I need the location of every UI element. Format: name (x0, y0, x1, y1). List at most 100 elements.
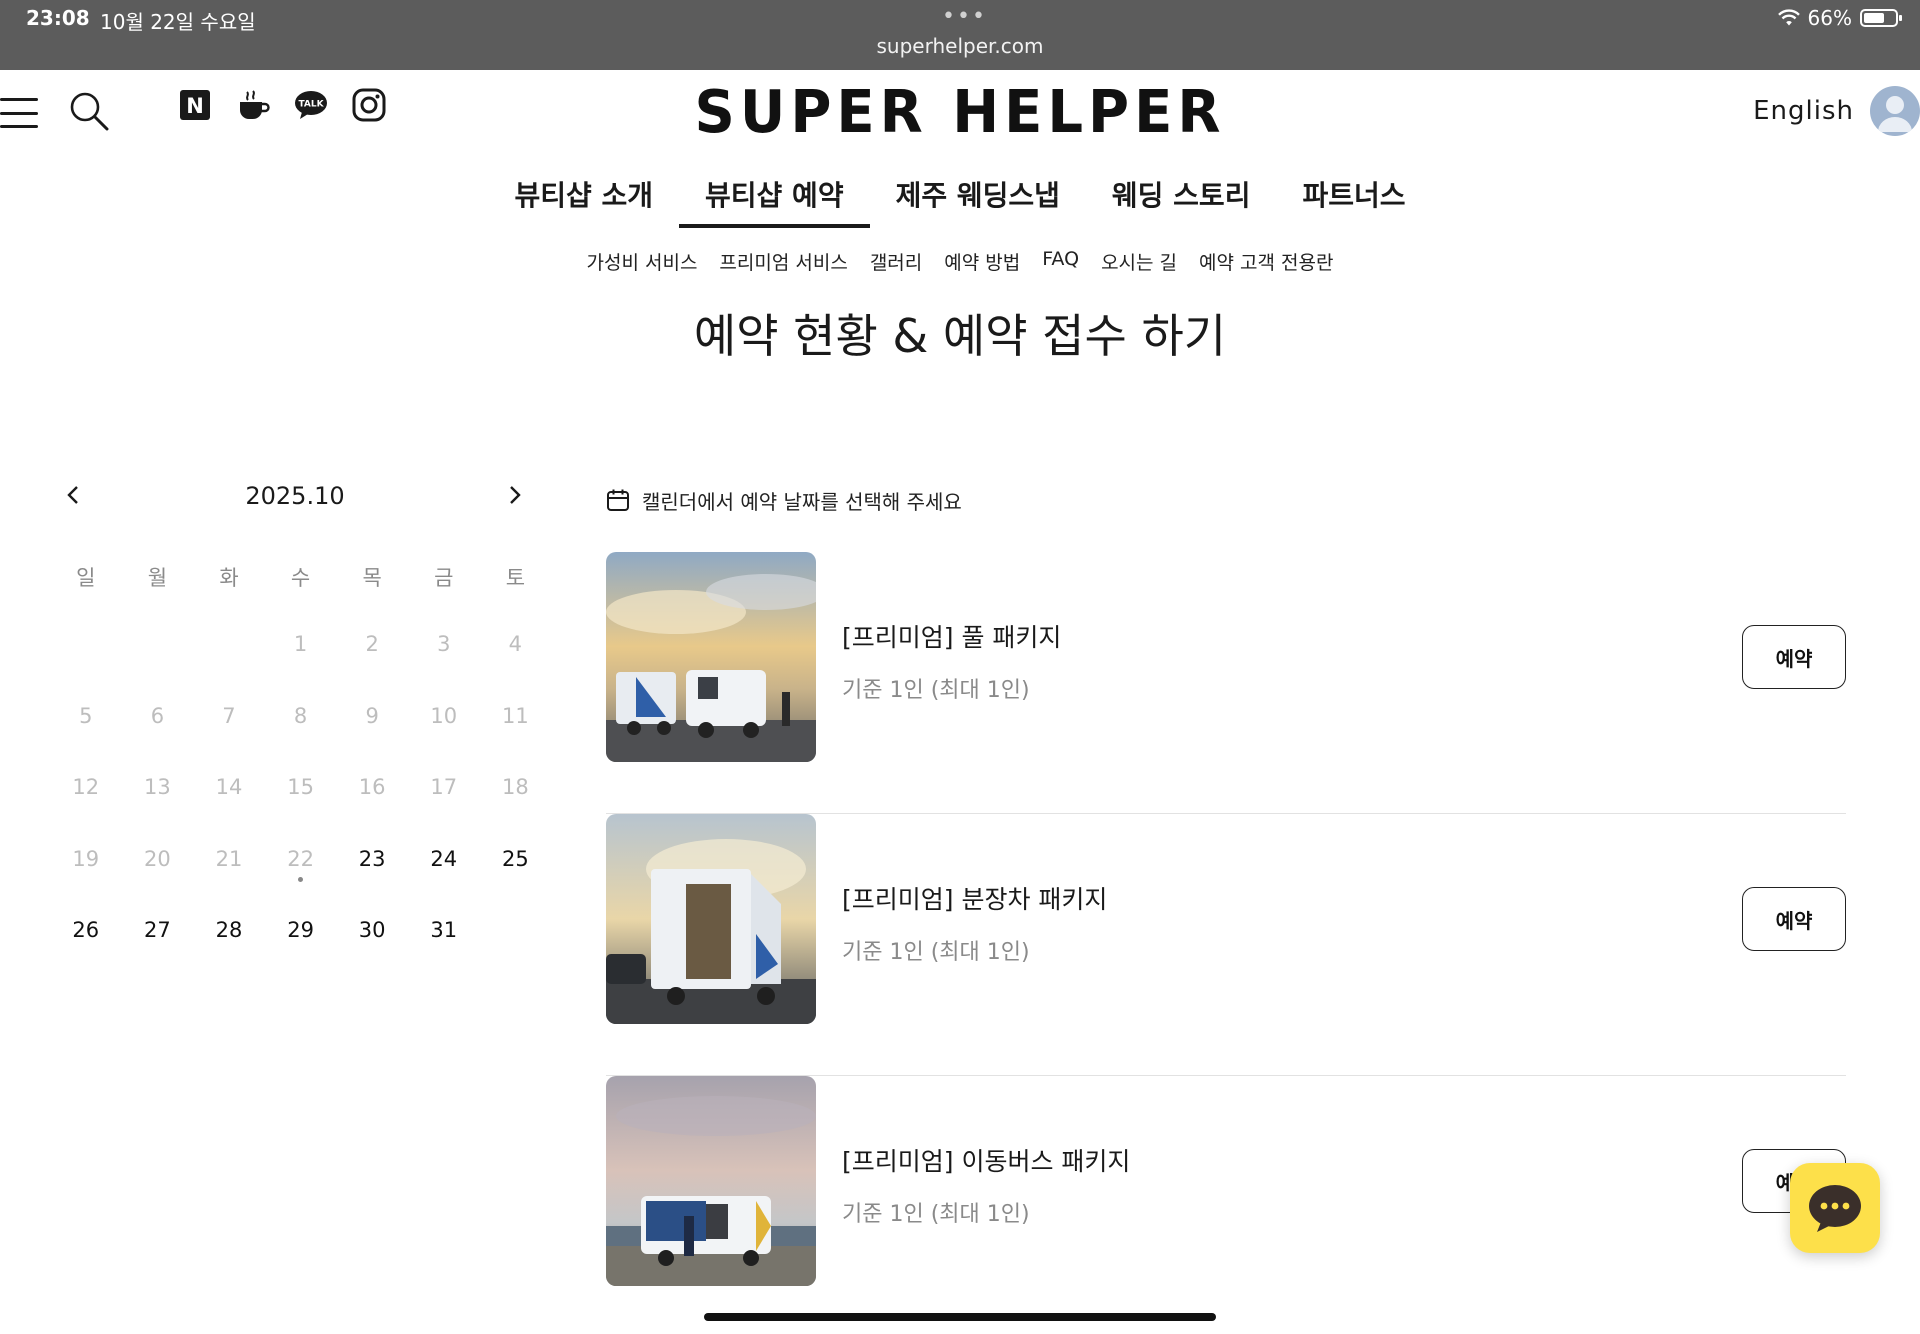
package-photo[interactable] (606, 814, 816, 1024)
user-avatar-icon[interactable] (1870, 86, 1920, 136)
package-capacity: 기준 1인 (최대 1인) (842, 1202, 1030, 1227)
calendar-day-disabled: 11 (501, 703, 529, 728)
calendar-day-disabled: 15 (287, 775, 314, 799)
calendar-day-disabled: 21 (215, 846, 243, 871)
calendar-day-disabled: 2 (365, 632, 379, 656)
status-right: 66% (1777, 6, 1902, 30)
calendar-day[interactable]: 28 (193, 908, 265, 980)
calendar-week: 12 13 14 15 16 17 18 (50, 765, 540, 837)
multitask-dots[interactable]: ••• (942, 4, 987, 29)
chevron-right-icon[interactable] (500, 480, 530, 510)
language-switch[interactable]: English (1753, 96, 1854, 126)
weekday-sun: 일 (76, 566, 96, 590)
subnav-customer-only[interactable]: 예약 고객 전용란 (1199, 248, 1333, 275)
tab-beauty-intro[interactable]: 뷰티샵 소개 (512, 170, 655, 228)
calendar-day[interactable]: 30 (336, 908, 408, 980)
weekday-sat: 토 (505, 566, 526, 590)
calendar-week: 19 20 21 22 23 24 25 (50, 837, 540, 909)
calendar-day[interactable]: 31 (408, 908, 480, 980)
date-hint-text: 캘린더에서 예약 날짜를 선택해 주세요 (642, 489, 962, 514)
calendar-day-disabled: 10 (430, 703, 458, 728)
calendar-month: 2025.10 (245, 482, 345, 510)
status-time: 23:08 (26, 6, 90, 30)
book-button[interactable]: 예약 (1742, 625, 1846, 689)
status-date: 10월 22일 수요일 (100, 10, 256, 34)
package-item: [프리미엄] 분장차 패키지 기준 1인 (최대 1인) 예약 (606, 814, 1846, 1076)
calendar-day-disabled: 7 (222, 703, 236, 728)
tab-beauty-booking[interactable]: 뷰티샵 예약 (679, 170, 870, 228)
subnav-faq[interactable]: FAQ (1042, 248, 1079, 275)
calendar-day-disabled: 16 (358, 775, 386, 799)
calendar-day-disabled: 6 (150, 703, 165, 728)
kakao-chat-button[interactable] (1790, 1163, 1880, 1253)
subnav-premium-service[interactable]: 프리미엄 서비스 (719, 248, 847, 275)
calendar-day-disabled: 1 (293, 632, 308, 656)
calendar-day-disabled: 8 (293, 703, 308, 728)
home-indicator[interactable] (704, 1313, 1216, 1321)
weekday-mon: 월 (147, 566, 168, 590)
calendar-day-disabled: 4 (508, 632, 523, 656)
package-capacity: 기준 1인 (최대 1인) (842, 678, 1030, 703)
package-name[interactable]: [프리미엄] 풀 패키지 (842, 618, 1061, 654)
date-hint: 캘린더에서 예약 날짜를 선택해 주세요 (606, 480, 1846, 520)
address-bar[interactable]: superhelper.com (0, 34, 1920, 58)
tab-wedding-story[interactable]: 웨딩 스토리 (1110, 170, 1253, 228)
calendar-day-disabled: 18 (501, 775, 529, 799)
weekday-thu: 목 (362, 566, 382, 590)
calendar-day[interactable]: 25 (480, 837, 552, 909)
weekday-tue: 화 (219, 566, 239, 590)
package-photo[interactable] (606, 552, 816, 762)
package-photo[interactable] (606, 1076, 816, 1286)
calendar-day-disabled: 9 (365, 703, 379, 728)
tab-jeju-wedding-snap[interactable]: 제주 웨딩스냅 (894, 170, 1062, 228)
calendar-day-disabled: 3 (437, 632, 451, 656)
calendar-day-disabled: 22 (265, 837, 337, 909)
package-item: [프리미엄] 이동버스 패키지 기준 1인 (최대 1인) 예약 (606, 1076, 1846, 1334)
calendar-empty-cell (193, 622, 265, 694)
calendar-day-disabled: 13 (144, 775, 171, 799)
page-title: 예약 현황 & 예약 접수 하기 (693, 309, 1227, 363)
tab-partners[interactable]: 파트너스 (1300, 170, 1407, 228)
package-capacity: 기준 1인 (최대 1인) (842, 940, 1030, 965)
weekday-fri: 금 (434, 566, 454, 590)
calendar-week: 1 2 3 4 (50, 622, 540, 694)
site-header: N TALK SUPER HELPER English (0, 70, 1920, 170)
package-list: 캘린더에서 예약 날짜를 선택해 주세요 [프리미엄] 풀 패키지 기준 1인 … (606, 480, 1846, 1334)
calendar-day-disabled: 14 (215, 775, 243, 799)
wifi-icon (1777, 9, 1800, 26)
calendar-day-disabled: 17 (430, 775, 458, 799)
sub-nav: 가성비 서비스 프리미엄 서비스 갤러리 예약 방법 FAQ 오시는 길 예약 … (0, 248, 1920, 275)
calendar-icon (607, 489, 629, 511)
calendar-day[interactable]: 26 (50, 908, 122, 980)
package-name[interactable]: [프리미엄] 분장차 패키지 (842, 880, 1107, 916)
site-logo[interactable]: SUPER HELPER (0, 78, 1920, 146)
calendar-day-disabled: 19 (72, 846, 100, 871)
calendar-empty-cell (480, 908, 552, 980)
book-button[interactable]: 예약 (1742, 887, 1846, 951)
calendar-week: 26 27 28 29 30 31 (50, 908, 540, 980)
calendar-day[interactable]: 29 (265, 908, 337, 980)
calendar-days: 1 2 3 4 5 6 7 8 9 10 11 12 13 14 15 16 17 18 19 20 21 22 23 24 2… (50, 622, 540, 980)
calendar-weekdays: 일 월 화 수 목 금 토 (50, 562, 540, 602)
subnav-directions[interactable]: 오시는 길 (1101, 248, 1177, 275)
package-item: [프리미엄] 풀 패키지 기준 1인 (최대 1인) 예약 (606, 552, 1846, 814)
weekday-wed: 수 (290, 566, 311, 590)
calendar-empty-cell (50, 622, 122, 694)
subnav-gallery[interactable]: 갤러리 (870, 248, 922, 275)
calendar-empty-cell (122, 622, 194, 694)
battery-percent: 66% (1807, 6, 1852, 30)
calendar-day-disabled: 5 (79, 703, 93, 728)
calendar-day[interactable]: 27 (122, 908, 194, 980)
subnav-value-service[interactable]: 가성비 서비스 (587, 248, 698, 275)
calendar-day[interactable]: 24 (408, 837, 480, 909)
calendar-day-disabled: 20 (144, 846, 171, 871)
main-nav: 뷰티샵 소개 뷰티샵 예약 제주 웨딩스냅 웨딩 스토리 파트너스 (0, 170, 1920, 228)
package-name[interactable]: [프리미엄] 이동버스 패키지 (842, 1142, 1130, 1178)
calendar-day-disabled: 12 (72, 775, 100, 799)
chat-bubble-icon (1809, 1185, 1861, 1232)
subnav-how-to-book[interactable]: 예약 방법 (944, 248, 1020, 275)
booking-calendar: 2025.10 일 월 화 수 목 금 토 1 2 3 4 5 6 7 8 9 10 11 12 13 1… (50, 470, 540, 980)
battery-icon (1860, 9, 1902, 27)
package-items: [프리미엄] 풀 패키지 기준 1인 (최대 1인) 예약 [프리미엄] 분장차… (606, 552, 1846, 1334)
calendar-day[interactable]: 23 (336, 837, 408, 909)
